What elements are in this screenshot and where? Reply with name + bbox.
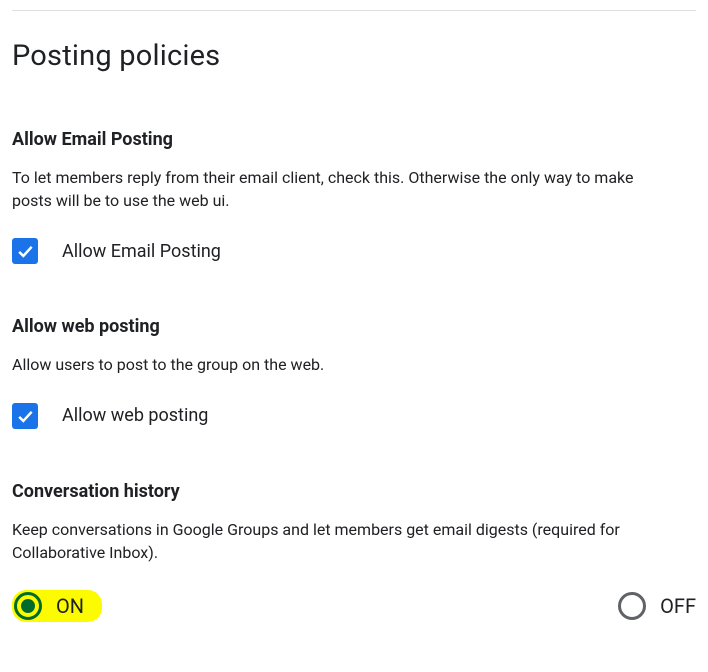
section-web-posting: Allow web posting Allow users to post to… xyxy=(12,316,696,428)
email-posting-heading: Allow Email Posting xyxy=(12,129,696,150)
conversation-history-off-label: OFF xyxy=(660,594,696,618)
radio-off-icon xyxy=(618,592,646,620)
web-posting-checkbox-label: Allow web posting xyxy=(62,405,208,426)
checkmark-icon xyxy=(15,406,35,426)
radio-on-icon xyxy=(14,592,42,620)
radio-on-inner xyxy=(21,599,35,613)
conversation-history-off-option[interactable]: OFF xyxy=(618,592,696,620)
email-posting-checkbox[interactable] xyxy=(12,238,38,264)
conversation-history-heading: Conversation history xyxy=(12,481,696,502)
web-posting-heading: Allow web posting xyxy=(12,316,696,337)
top-divider xyxy=(12,10,696,11)
section-conversation-history: Conversation history Keep conversations … xyxy=(12,481,696,622)
email-posting-checkbox-label: Allow Email Posting xyxy=(62,241,221,262)
web-posting-description: Allow users to post to the group on the … xyxy=(12,353,672,376)
email-posting-checkbox-row: Allow Email Posting xyxy=(12,238,696,264)
email-posting-description: To let members reply from their email cl… xyxy=(12,166,672,212)
web-posting-checkbox-row: Allow web posting xyxy=(12,403,696,429)
checkmark-icon xyxy=(15,241,35,261)
conversation-history-description: Keep conversations in Google Groups and … xyxy=(12,518,672,564)
conversation-history-radio-row: ON OFF xyxy=(12,590,696,622)
web-posting-checkbox[interactable] xyxy=(12,403,38,429)
page-title: Posting policies xyxy=(12,39,696,73)
section-email-posting: Allow Email Posting To let members reply… xyxy=(12,129,696,264)
conversation-history-on-label: ON xyxy=(56,594,84,618)
conversation-history-on-option[interactable]: ON xyxy=(12,590,102,622)
